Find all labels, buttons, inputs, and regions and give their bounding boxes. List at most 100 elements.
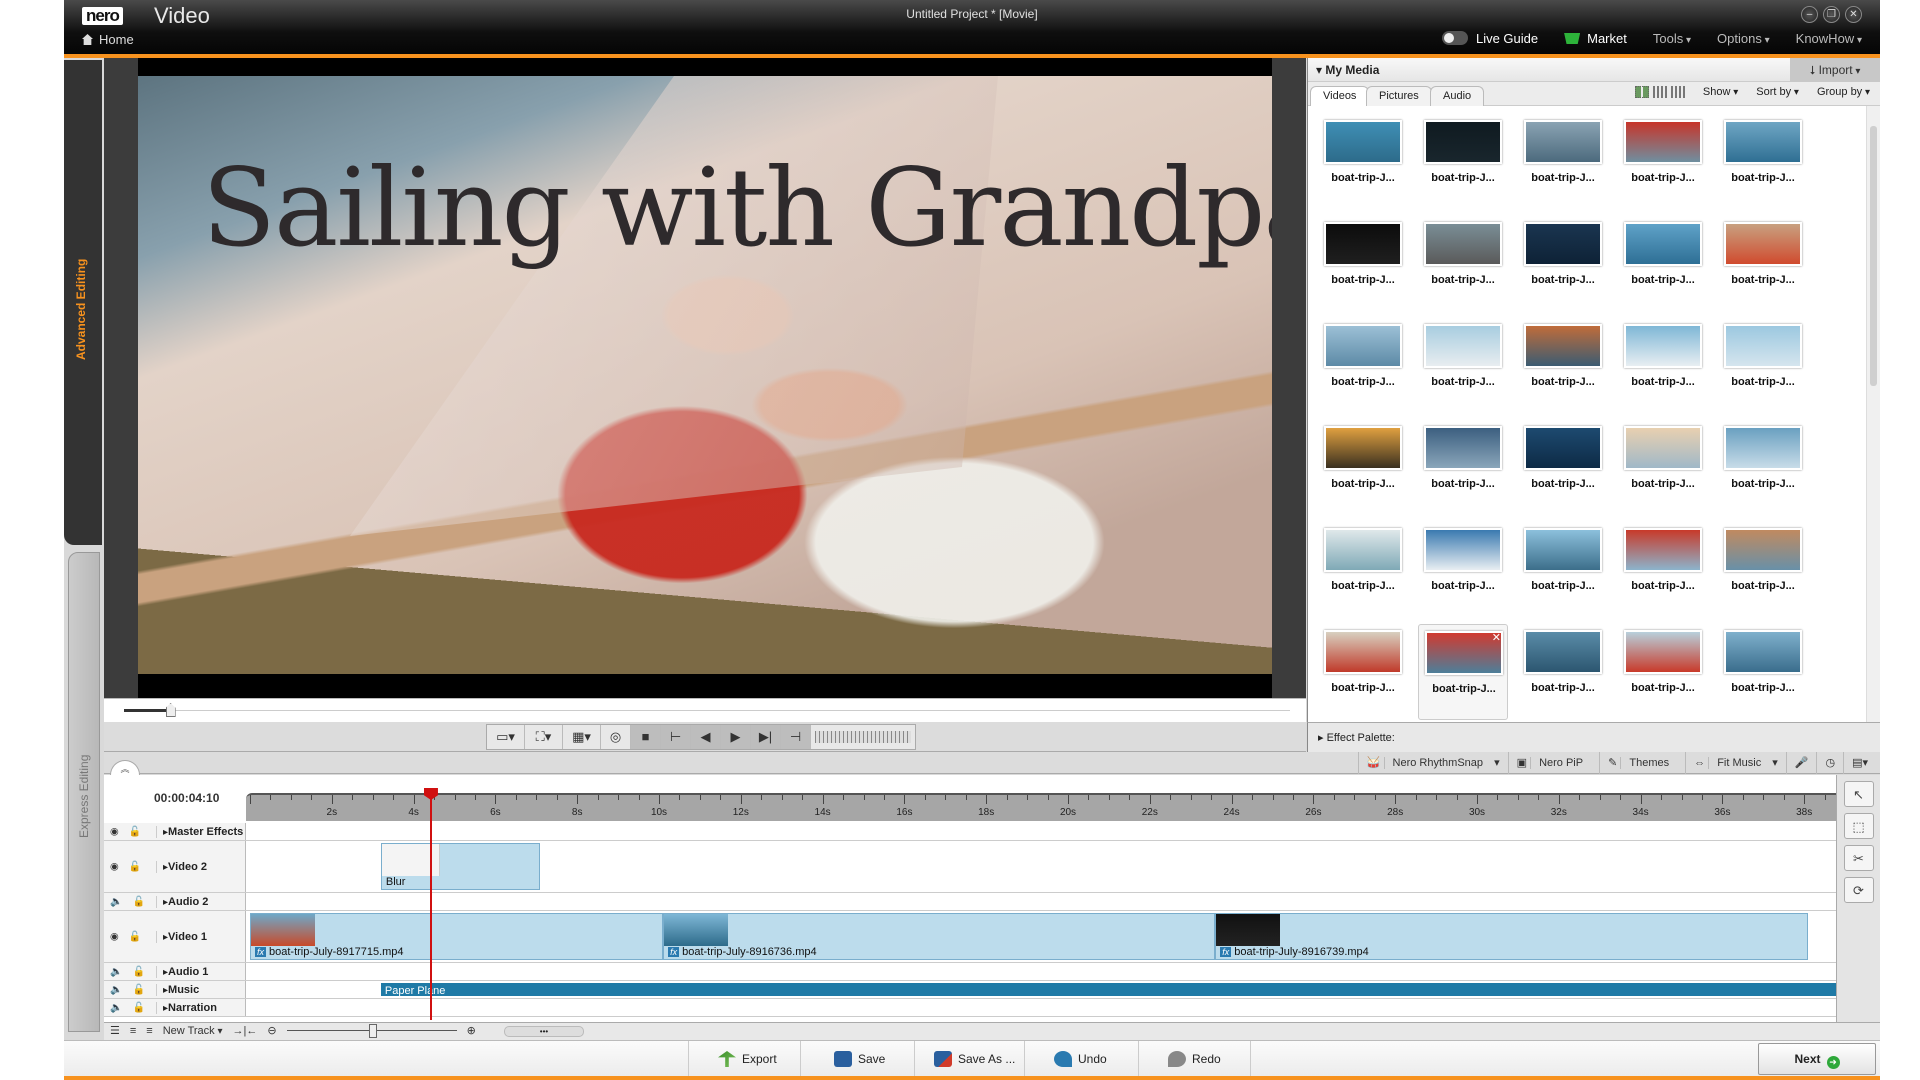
- restore-button[interactable]: ❐: [1823, 6, 1840, 23]
- media-thumbnail[interactable]: boat-trip-J...: [1618, 522, 1708, 618]
- media-thumbnail[interactable]: boat-trip-J...: [1418, 114, 1508, 210]
- fit-music-button[interactable]: ⇔ Fit Music ▾: [1685, 752, 1786, 774]
- fullscreen-button[interactable]: ⛶▾: [525, 725, 563, 749]
- lock-icon[interactable]: 🔓: [132, 966, 144, 977]
- undo-button[interactable]: Undo: [1050, 1044, 1107, 1074]
- scrub-handle[interactable]: [165, 703, 176, 717]
- media-thumbnail[interactable]: boat-trip-J...: [1318, 216, 1408, 312]
- small-thumbnails-icon[interactable]: [1652, 86, 1667, 98]
- media-thumbnail[interactable]: boat-trip-J...: [1618, 216, 1708, 312]
- lock-icon[interactable]: 🔓: [132, 896, 144, 907]
- effect-palette-toggle[interactable]: ▸ Effect Palette:: [1307, 722, 1880, 752]
- microphone-icon[interactable]: 🎤: [1785, 752, 1817, 774]
- media-thumbnail[interactable]: boat-trip-J...: [1318, 522, 1408, 618]
- track-lane[interactable]: [246, 893, 1836, 910]
- tools-menu[interactable]: Tools: [1653, 31, 1691, 46]
- timeline-hscroll-thumb[interactable]: •••: [504, 1026, 584, 1037]
- redo-button[interactable]: Redo: [1164, 1044, 1221, 1074]
- media-thumbnail[interactable]: boat-trip-J...: [1618, 114, 1708, 210]
- group-by-menu[interactable]: Group by: [1817, 86, 1870, 98]
- visibility-icon[interactable]: ◉: [110, 931, 119, 942]
- mute-icon[interactable]: 🔈: [110, 1002, 122, 1013]
- media-thumbnail[interactable]: boat-trip-J...: [1518, 522, 1608, 618]
- sort-by-menu[interactable]: Sort by: [1756, 86, 1799, 98]
- media-thumbnail[interactable]: boat-trip-J...: [1418, 420, 1508, 516]
- mute-icon[interactable]: 🔈: [110, 966, 122, 977]
- media-thumbnail[interactable]: ✕ boat-trip-J...: [1418, 624, 1508, 720]
- media-thumbnail[interactable]: boat-trip-J...: [1318, 420, 1408, 516]
- media-thumbnail[interactable]: boat-trip-J...: [1318, 318, 1408, 414]
- marquee-tool-icon[interactable]: ⬚: [1843, 813, 1874, 839]
- my-media-title[interactable]: ▾ My Media: [1316, 63, 1379, 77]
- visibility-icon[interactable]: ◉: [110, 861, 119, 872]
- tab-videos[interactable]: Videos: [1310, 86, 1370, 106]
- media-thumbnail[interactable]: boat-trip-J...: [1518, 624, 1608, 720]
- preview-scrubber[interactable]: [104, 698, 1306, 722]
- track-lane[interactable]: [246, 999, 1836, 1016]
- storyboard-button[interactable]: ▤▾: [1843, 752, 1876, 774]
- media-thumbnail[interactable]: boat-trip-J...: [1318, 114, 1408, 210]
- tab-pictures[interactable]: Pictures: [1366, 86, 1432, 106]
- media-thumbnail[interactable]: boat-trip-J...: [1518, 318, 1608, 414]
- zoom-in-button[interactable]: ⊕: [467, 1024, 476, 1037]
- details-view-icon[interactable]: [1670, 86, 1685, 98]
- select-tool-icon[interactable]: ↖: [1843, 781, 1874, 807]
- timeline-zoom-slider[interactable]: [286, 1024, 457, 1038]
- zoom-out-button[interactable]: ⊖: [267, 1024, 276, 1037]
- themes-button[interactable]: ✎ Themes: [1599, 752, 1685, 774]
- video-preview[interactable]: Sailing with Grandpa: [138, 58, 1272, 698]
- display-mode-button[interactable]: ▭▾: [487, 725, 525, 749]
- home-link[interactable]: Home: [82, 32, 134, 47]
- new-track-menu[interactable]: New Track: [163, 1025, 223, 1037]
- stretch-tool-icon[interactable]: ⟳: [1843, 877, 1874, 903]
- live-guide-toggle[interactable]: Live Guide: [1441, 31, 1538, 46]
- market-button[interactable]: Market: [1564, 31, 1627, 46]
- jog-wheel[interactable]: [815, 731, 911, 743]
- media-thumbnail[interactable]: boat-trip-J...: [1518, 114, 1608, 210]
- next-frame-button[interactable]: ▶|: [751, 725, 781, 749]
- rhythmsnap-button[interactable]: 🥁 Nero RhythmSnap ▾: [1357, 752, 1508, 774]
- remove-icon[interactable]: ✕: [1492, 631, 1501, 644]
- lock-icon[interactable]: 🔓: [129, 861, 141, 872]
- media-thumbnail[interactable]: boat-trip-J...: [1618, 318, 1708, 414]
- track-name[interactable]: Master Effects: [156, 825, 243, 838]
- media-thumbnail[interactable]: boat-trip-J...: [1318, 624, 1408, 720]
- video-clip[interactable]: fx boat-trip-July-8917715.mp4: [250, 913, 664, 960]
- clock-icon[interactable]: ◷: [1816, 752, 1843, 774]
- save-as-button[interactable]: Save As ...: [930, 1044, 1015, 1074]
- pip-button[interactable]: ▣ Nero PiP: [1507, 752, 1599, 774]
- track-name[interactable]: Audio 2: [156, 895, 208, 908]
- large-tracks-button[interactable]: ☰: [110, 1024, 120, 1037]
- media-thumbnail[interactable]: boat-trip-J...: [1718, 318, 1808, 414]
- stop-button[interactable]: ■: [631, 725, 661, 749]
- media-thumbnail[interactable]: boat-trip-J...: [1418, 318, 1508, 414]
- media-thumbnail[interactable]: boat-trip-J...: [1618, 420, 1708, 516]
- media-thumbnail[interactable]: boat-trip-J...: [1518, 420, 1608, 516]
- effect-clip[interactable]: Blur: [380, 843, 541, 890]
- time-ruler[interactable]: 2s 4s 6s 8s 10s 12s 14s 16s 18s 20s 22s 24s 26s 28s 30…: [246, 793, 1836, 821]
- lock-icon[interactable]: 🔓: [132, 1002, 144, 1013]
- import-button[interactable]: ⭣ Import: [1790, 58, 1880, 82]
- cut-tool-icon[interactable]: ✂: [1843, 845, 1874, 871]
- lock-icon[interactable]: 🔓: [129, 931, 141, 942]
- show-menu[interactable]: Show: [1703, 86, 1738, 98]
- lock-icon[interactable]: 🔓: [129, 826, 141, 837]
- close-button[interactable]: ✕: [1845, 6, 1862, 23]
- large-thumbnails-icon[interactable]: [1634, 86, 1649, 98]
- play-button[interactable]: ▶: [721, 725, 751, 749]
- prev-frame-button[interactable]: ◀: [691, 725, 721, 749]
- media-thumbnail[interactable]: boat-trip-J...: [1718, 624, 1808, 720]
- fit-timeline-button[interactable]: →|←: [233, 1025, 258, 1037]
- media-thumbnail[interactable]: boat-trip-J...: [1718, 216, 1808, 312]
- visibility-icon[interactable]: ◉: [110, 826, 119, 837]
- mute-icon[interactable]: 🔈: [110, 896, 122, 907]
- save-button[interactable]: Save: [830, 1044, 885, 1074]
- music-clip[interactable]: Paper Plane: [380, 983, 1846, 997]
- small-tracks-button[interactable]: ≡: [130, 1025, 136, 1037]
- playhead[interactable]: [429, 790, 432, 1020]
- track-lane[interactable]: [246, 963, 1836, 980]
- aspect-button[interactable]: ▦▾: [563, 725, 601, 749]
- express-editing-tab[interactable]: Express Editing: [68, 552, 100, 1032]
- media-thumbnail[interactable]: boat-trip-J...: [1618, 624, 1708, 720]
- scrollbar-thumb[interactable]: [1870, 126, 1877, 386]
